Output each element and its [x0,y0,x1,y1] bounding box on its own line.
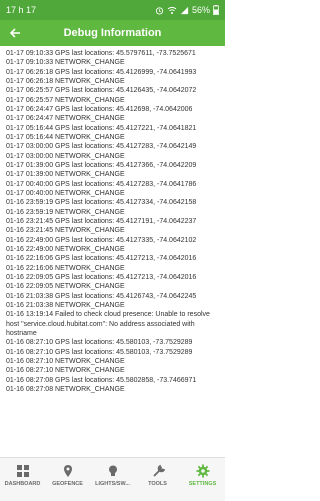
log-line: 01-17 05:16:44 NETWORK_CHANGE [6,133,125,141]
log-line: 01-16 08:27:10 GPS last locations: 45.58… [6,339,193,347]
nav-item-geofence[interactable]: GEOFENCE [45,458,90,501]
log-line: 01-16 22:49:00 GPS last locations: 45.41… [6,236,197,244]
log-line: 01-16 13:19:14 Failed to check cloud pre… [6,311,210,337]
log-line: 01-17 06:25:57 NETWORK_CHANGE [6,96,125,104]
nav-item-settings[interactable]: SETTINGS [180,458,225,501]
log-line: 01-17 06:24:47 GPS last locations: 45.41… [6,105,193,113]
log-line: 01-17 06:25:57 GPS last locations: 45.41… [6,87,197,95]
log-line: 01-17 09:10:33 GPS last locations: 45.57… [6,50,196,57]
log-line: 01-16 23:21:45 NETWORK_CHANGE [6,227,125,235]
status-time: 17 h 17 [6,5,37,15]
log-line: 01-16 22:16:06 GPS last locations: 45.41… [6,255,197,263]
log-line: 01-17 01:39:00 GPS last locations: 45.41… [6,161,197,169]
nav-item-dashboard[interactable]: DASHBOARD [0,458,45,501]
nav-item-label: LIGHTS/SW... [95,481,130,487]
debug-log[interactable]: 01-17 09:10:33 GPS last locations: 45.57… [6,49,222,456]
log-line: 01-17 03:00:00 NETWORK_CHANGE [6,152,125,160]
back-button[interactable] [6,24,24,42]
location-pin-icon [61,464,75,478]
page-title: Debug Information [63,27,162,39]
grid-icon [16,464,30,478]
log-line: 01-16 08:27:10 NETWORK_CHANGE [6,367,125,375]
log-line: 01-17 03:00:00 GPS last locations: 45.41… [6,143,197,151]
nav-item-label: DASHBOARD [4,481,41,487]
log-line: 01-16 22:09:05 NETWORK_CHANGE [6,283,125,291]
battery-percent: 56% [191,5,210,15]
log-line: 01-16 08:27:10 NETWORK_CHANGE [6,357,125,365]
log-line: 01-17 05:16:44 GPS last locations: 45.41… [6,124,197,132]
status-bar: 17 h 17 56% [0,0,225,20]
log-line: 01-17 01:39:00 NETWORK_CHANGE [6,171,125,179]
log-line: 01-17 00:40:00 NETWORK_CHANGE [6,189,125,197]
nav-item-label: TOOLS [148,481,167,487]
signal-icon [180,6,189,14]
wrench-icon [151,464,165,478]
app-bar: Debug Information [0,20,225,46]
nav-item-tools[interactable]: TOOLS [135,458,180,501]
bottom-nav: DASHBOARD GEOFENCE LIGHTS/SW... TOOLS SETTIN… [0,457,225,501]
nav-item-lights-sw[interactable]: LIGHTS/SW... [90,458,135,501]
log-line: 01-16 21:03:38 NETWORK_CHANGE [6,301,125,309]
log-line: 01-16 21:03:38 GPS last locations: 45.41… [6,292,197,300]
battery-icon [213,5,219,15]
alarm-icon [155,6,164,15]
wifi-icon [167,6,177,14]
log-line: 01-16 23:59:19 NETWORK_CHANGE [6,208,125,216]
log-line: 01-17 06:26:18 NETWORK_CHANGE [6,77,125,85]
nav-item-label: SETTINGS [188,481,217,487]
log-line: 01-16 22:49:00 NETWORK_CHANGE [6,245,125,253]
log-line: 01-16 23:21:45 GPS last locations: 45.41… [6,217,197,225]
log-line: 01-16 08:27:08 GPS last locations: 45.58… [6,376,197,384]
log-line: 01-16 22:09:05 GPS last locations: 45.41… [6,273,197,281]
log-line: 01-16 08:27:10 GPS last locations: 45.58… [6,348,193,356]
log-line: 01-16 22:16:06 NETWORK_CHANGE [6,264,125,272]
log-line: 01-17 06:26:18 GPS last locations: 45.41… [6,68,197,76]
gear-icon [196,464,210,478]
log-line: 01-17 06:24:47 NETWORK_CHANGE [6,115,125,123]
log-line: 01-17 09:10:33 NETWORK_CHANGE [6,59,125,67]
light-bulb-icon [106,464,120,478]
log-line: 01-16 23:59:19 GPS last locations: 45.41… [6,199,197,207]
nav-item-label: GEOFENCE [52,481,83,487]
log-line: 01-16 08:27:08 NETWORK_CHANGE [6,385,125,393]
log-line: 01-17 00:40:00 GPS last locations: 45.41… [6,180,197,188]
back-arrow-icon [9,28,20,38]
